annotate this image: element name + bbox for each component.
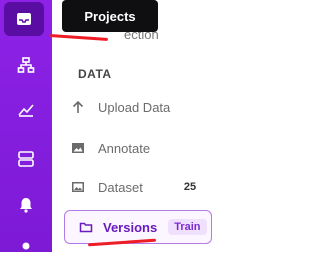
folder-icon (78, 219, 94, 235)
server-icon (17, 150, 35, 168)
dataset-count-badge: 25 (179, 178, 201, 196)
train-badge: Train (168, 219, 207, 235)
chart-icon (17, 100, 35, 118)
user-nav-button[interactable] (0, 232, 52, 266)
nav-item-dataset[interactable]: Dataset (70, 173, 143, 201)
server-nav-button[interactable] (0, 142, 52, 176)
inbox-icon (15, 10, 33, 28)
data-section-label: DATA (78, 67, 112, 81)
bell-icon (17, 196, 35, 214)
chart-nav-button[interactable] (0, 92, 52, 126)
projects-tooltip: Projects (62, 0, 158, 32)
image-icon (70, 140, 86, 156)
bell-nav-button[interactable] (0, 188, 52, 222)
nav-item-label: Dataset (98, 179, 143, 195)
user-icon (17, 240, 35, 258)
arrow-up-icon (70, 99, 86, 115)
image-stack-icon (70, 179, 86, 195)
projects-nav-button[interactable] (4, 2, 44, 36)
nav-item-annotate[interactable]: Annotate (70, 134, 150, 162)
hierarchy-nav-button[interactable] (0, 48, 52, 82)
hierarchy-icon (17, 56, 35, 74)
nav-item-label: Versions (103, 219, 158, 235)
left-rail (0, 0, 52, 252)
nav-item-label: Upload Data (98, 99, 171, 115)
nav-item-label: Annotate (98, 140, 151, 156)
nav-item-upload-data[interactable]: Upload Data (70, 93, 170, 121)
tooltip-text: Projects (84, 8, 136, 24)
annotation-stroke-top (49, 33, 109, 42)
